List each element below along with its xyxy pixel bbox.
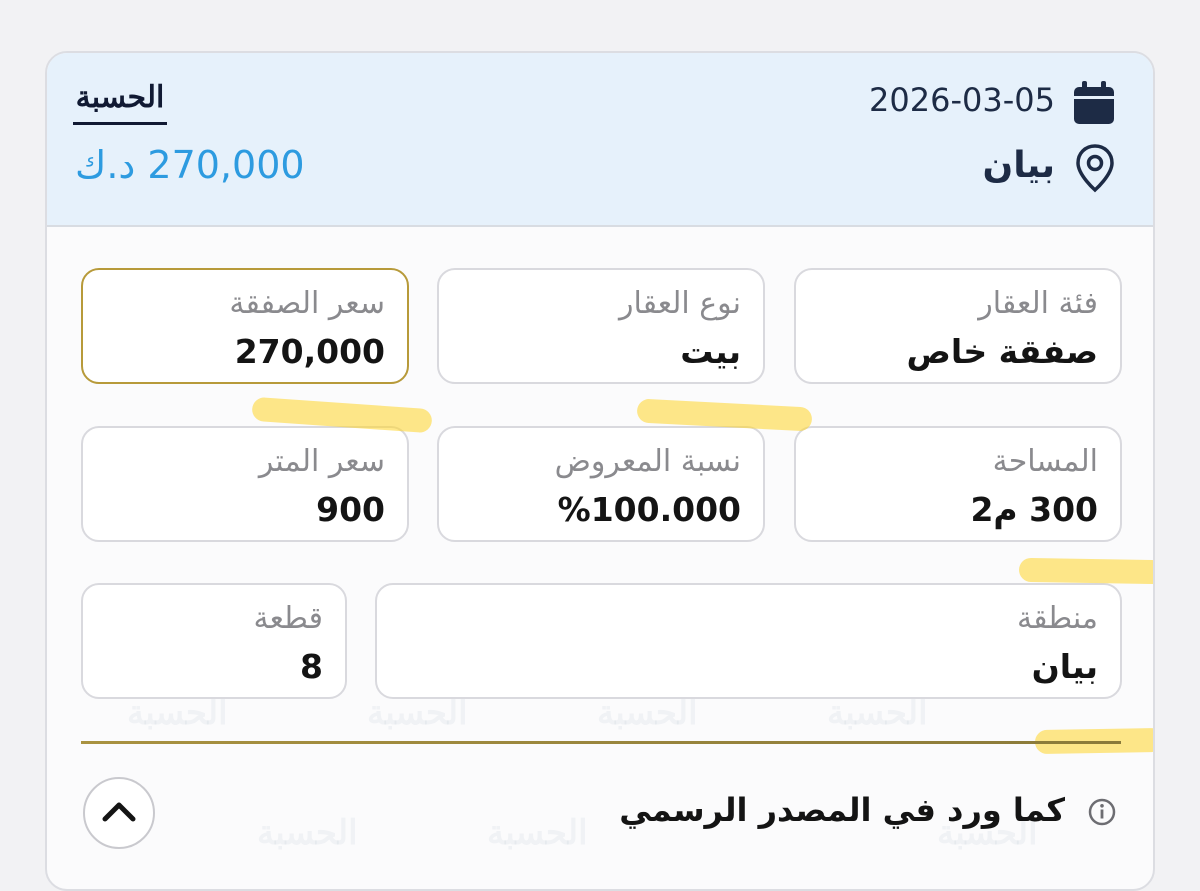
field-price-per-meter: سعر المتر 900: [81, 426, 409, 542]
field-deal-price: سعر الصفقة 270,000: [81, 268, 409, 384]
field-label: نسبة المعروض: [554, 444, 741, 479]
field-block: قطعة 8: [81, 583, 347, 699]
watermark-logo: الحسبة: [127, 693, 228, 733]
watermark-logo: الحسبة: [257, 813, 358, 853]
watermark-logo: الحسبة: [487, 813, 588, 853]
source-note: كما ورد في المصدر الرسمي: [619, 791, 1065, 829]
map-pin-icon: [1075, 143, 1115, 197]
field-value: 900: [316, 490, 385, 529]
watermark-logo: الحسبة: [597, 693, 698, 733]
transaction-date: 2026-03-05: [869, 81, 1055, 119]
chevron-up-icon: [101, 799, 137, 827]
transaction-card: الحسبة الحسبة الحسبة الحسبة الحسبة الحسب…: [45, 51, 1155, 891]
field-value: 8: [300, 647, 323, 686]
highlighter-mark: [1018, 557, 1153, 585]
field-value: صفقة خاص: [906, 332, 1098, 371]
watermark-logo: الحسبة: [367, 693, 468, 733]
field-property-type: نوع العقار بيت: [437, 268, 765, 384]
field-offered-ratio: نسبة المعروض %100.000: [437, 426, 765, 542]
field-label: قطعة: [253, 601, 323, 636]
field-label: سعر المتر: [258, 444, 385, 479]
field-label: منطقة: [1017, 601, 1098, 636]
collapse-button[interactable]: [83, 777, 155, 849]
divider-line: [81, 741, 1121, 744]
field-label: سعر الصفقة: [229, 286, 385, 321]
field-value: 300 م2: [970, 490, 1098, 529]
field-value: بيت: [680, 332, 741, 371]
header-price: 270,000 د.ك: [75, 143, 305, 187]
field-label: فئة العقار: [978, 286, 1098, 321]
field-value: 270,000: [234, 332, 385, 371]
field-label: نوع العقار: [618, 286, 741, 321]
field-label: المساحة: [992, 444, 1098, 479]
calendar-icon: [1071, 79, 1117, 131]
field-value: بيان: [1031, 647, 1098, 686]
card-header: 2026-03-05 بيان الحسبة 270,000 د.ك: [47, 53, 1153, 227]
location-name: بيان: [982, 145, 1055, 186]
watermark-logo: الحسبة: [827, 693, 928, 733]
info-icon: [1087, 797, 1117, 831]
field-area: المساحة 300 م2: [794, 426, 1122, 542]
field-region: منطقة بيان: [375, 583, 1122, 699]
field-property-category: فئة العقار صفقة خاص: [794, 268, 1122, 384]
alhesba-logo: الحسبة: [73, 79, 167, 127]
field-value: %100.000: [557, 490, 741, 529]
